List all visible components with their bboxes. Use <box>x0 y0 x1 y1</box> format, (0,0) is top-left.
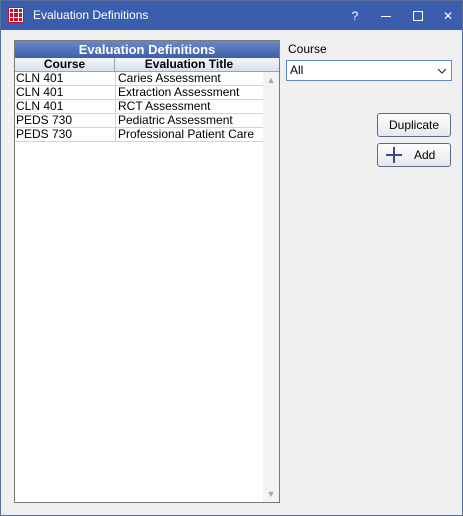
grid-rows: CLN 401 Caries Assessment CLN 401 Extrac… <box>15 72 263 142</box>
cell-evaluation-title: Professional Patient Care <box>115 128 263 141</box>
help-icon[interactable]: ? <box>340 1 370 30</box>
grid-header: Course Evaluation Title <box>15 58 279 72</box>
course-filter-select[interactable]: All <box>286 60 452 81</box>
cell-course: CLN 401 <box>16 100 64 113</box>
evaluation-definitions-window: Evaluation Definitions ? ✕ Evaluation De… <box>0 0 463 516</box>
table-row[interactable]: CLN 401 Extraction Assessment <box>15 86 263 100</box>
table-row[interactable]: PEDS 730 Professional Patient Care <box>15 128 263 142</box>
evaluation-grid: Evaluation Definitions Course Evaluation… <box>14 40 280 503</box>
duplicate-button[interactable]: Duplicate <box>377 113 451 137</box>
course-filter-value: All <box>290 63 304 77</box>
window-title: Evaluation Definitions <box>33 8 149 22</box>
table-row[interactable]: CLN 401 RCT Assessment <box>15 100 263 114</box>
column-header-course[interactable]: Course <box>15 58 115 72</box>
add-button[interactable]: Add <box>377 143 451 167</box>
scroll-up-icon[interactable]: ▲ <box>263 72 279 88</box>
cell-course: PEDS 730 <box>16 128 73 141</box>
table-row[interactable]: CLN 401 Caries Assessment <box>15 72 263 86</box>
column-header-evaluation-title[interactable]: Evaluation Title <box>115 58 263 72</box>
title-bar: Evaluation Definitions ? ✕ <box>1 1 462 30</box>
cell-course: CLN 401 <box>16 86 64 99</box>
course-filter-label: Course <box>288 42 327 56</box>
cell-evaluation-title: Caries Assessment <box>115 72 263 85</box>
scroll-down-icon[interactable]: ▼ <box>263 486 279 502</box>
add-button-label: Add <box>414 148 436 162</box>
close-icon[interactable]: ✕ <box>433 1 463 30</box>
cell-evaluation-title: RCT Assessment <box>115 100 263 113</box>
maximize-icon[interactable] <box>403 1 433 30</box>
app-grid-icon <box>8 7 24 23</box>
cell-evaluation-title: Extraction Assessment <box>115 86 263 99</box>
minimize-icon[interactable] <box>371 1 401 30</box>
chevron-down-icon[interactable] <box>437 61 447 80</box>
vertical-scrollbar[interactable]: ▲ ▼ <box>263 72 279 502</box>
cell-evaluation-title: Pediatric Assessment <box>115 114 263 127</box>
plus-icon <box>386 147 402 163</box>
table-row[interactable]: PEDS 730 Pediatric Assessment <box>15 114 263 128</box>
cell-course: CLN 401 <box>16 72 64 85</box>
grid-title: Evaluation Definitions <box>15 41 279 58</box>
cell-course: PEDS 730 <box>16 114 73 127</box>
